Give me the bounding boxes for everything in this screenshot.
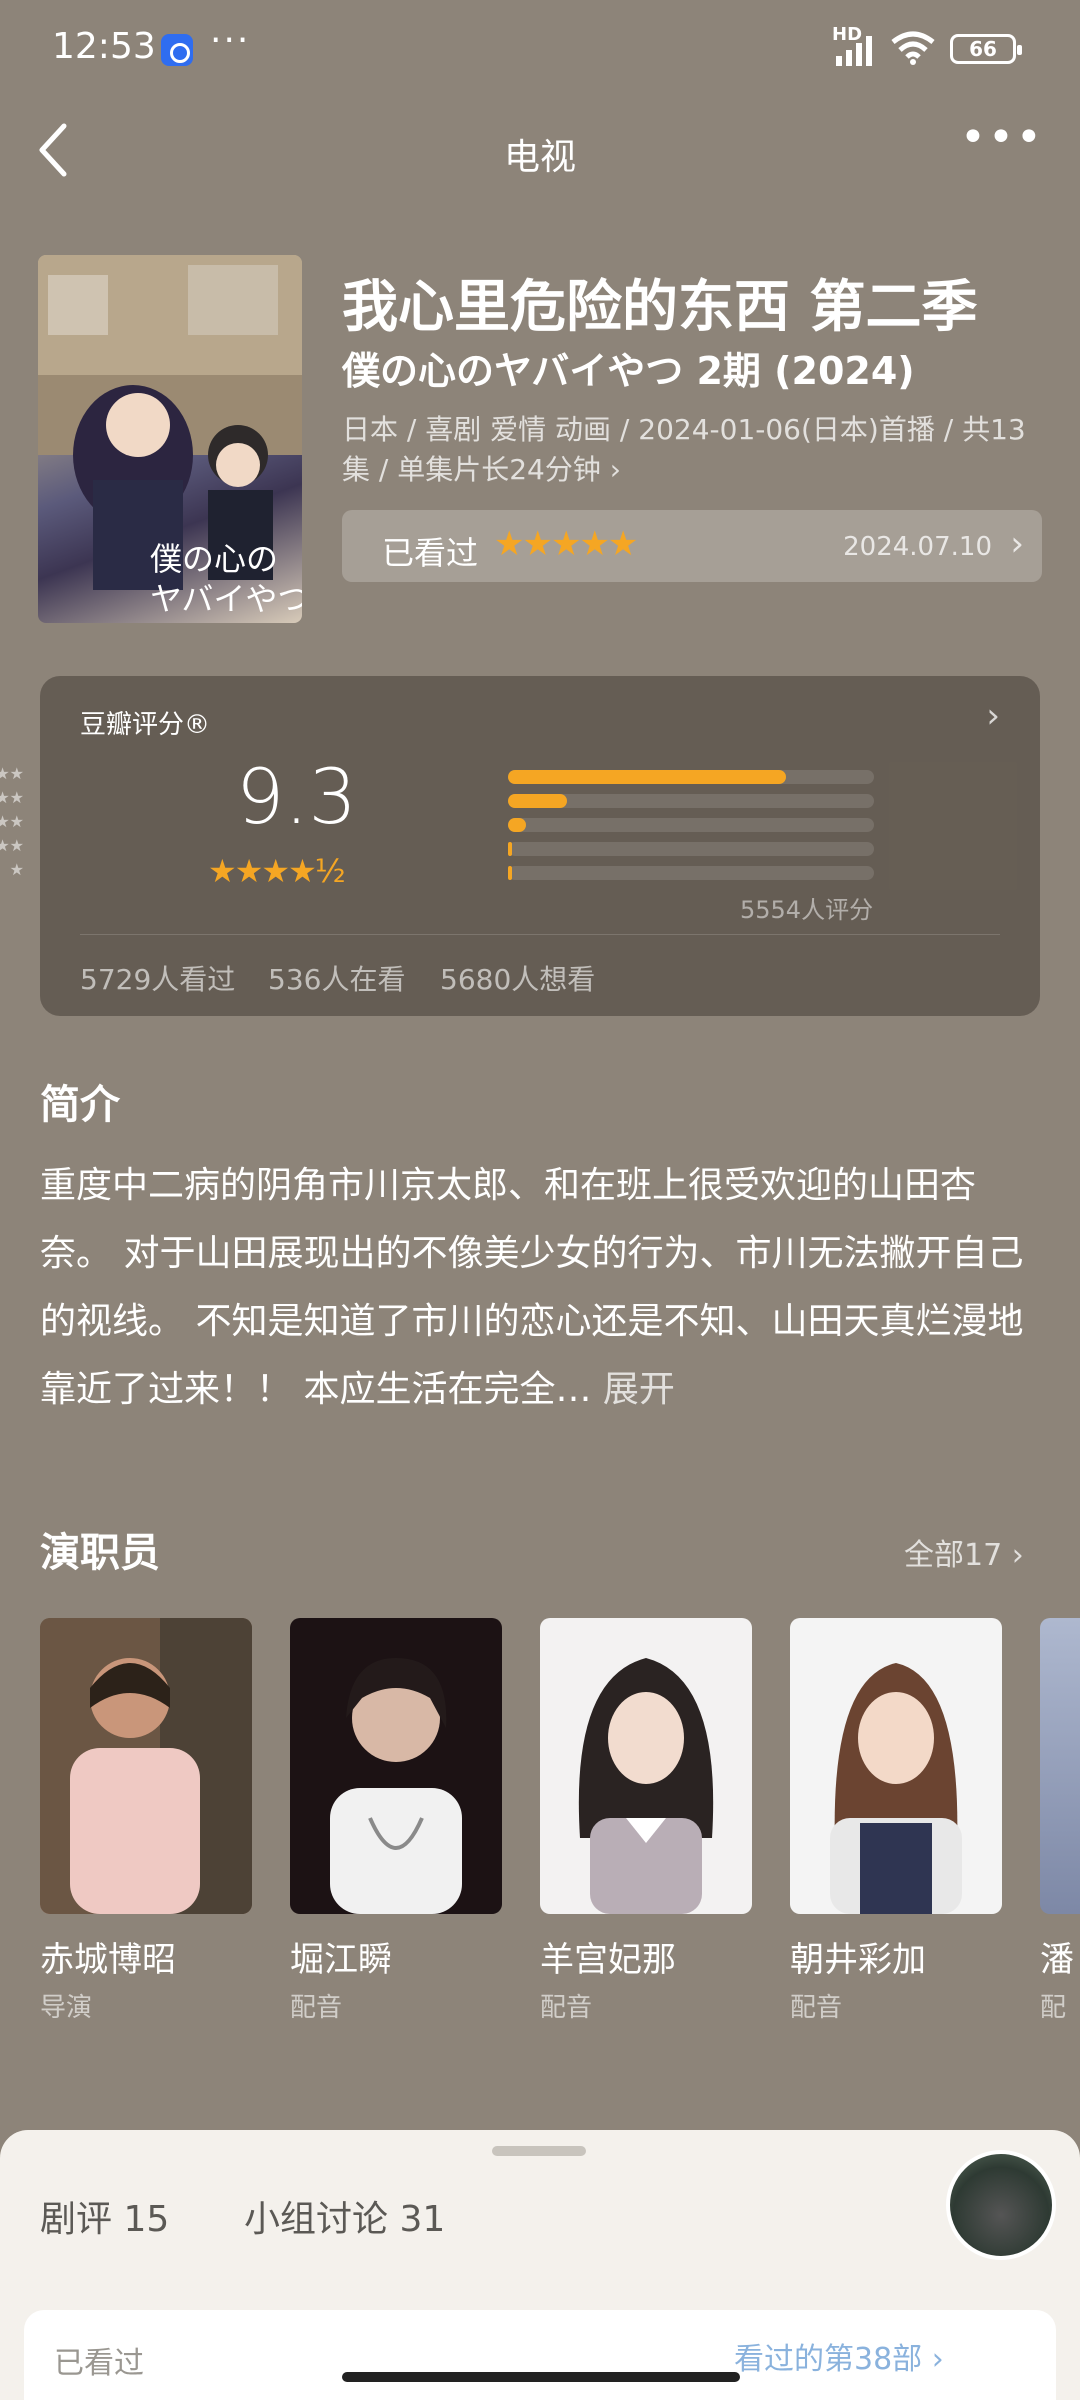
watched-count-link[interactable]: 看过的第38部 › xyxy=(734,2334,944,2378)
distribution-bar xyxy=(508,794,567,808)
cast-card[interactable]: 朝井彩加 配音 xyxy=(790,1618,1002,2024)
douban-rating-card[interactable]: 豆瓣评分® › 9.3 ★★★★½ ★★★★★ ★★★★ ★★★ ★★ ★ 55… xyxy=(0,676,1040,1016)
page-title: 电视 xyxy=(503,137,576,178)
cast-all-link[interactable]: 全部17 › xyxy=(904,1530,1024,1574)
cast-role: 导演 xyxy=(40,1993,93,2023)
battery-icon: 66 xyxy=(950,34,1022,64)
cast-card[interactable]: 堀江瞬 配音 xyxy=(290,1618,502,2024)
stat-watched[interactable]: 5729人看过 xyxy=(80,958,235,998)
distribution-stars: ★★ xyxy=(0,836,24,855)
distribution-stars: ★★★★★ xyxy=(0,764,24,783)
cast-role: 配音 xyxy=(790,1993,843,2023)
more-options-button[interactable]: ••• xyxy=(960,116,1042,168)
rating-count: 5554人评分 xyxy=(740,896,874,924)
avatar[interactable] xyxy=(946,2150,1056,2260)
poster-title-text: 僕の心の xyxy=(150,540,278,578)
watched-label: 已看过 xyxy=(382,534,479,572)
poster-title-text: ヤバイやつ xyxy=(150,580,302,618)
cast-photo xyxy=(40,1618,252,1914)
tab-reviews[interactable]: 剧评 15 xyxy=(40,2190,169,2242)
watched-status-bar[interactable]: 已看过 ★★★★★ 2024.07.10 › xyxy=(342,510,1042,582)
cast-role: 配音 xyxy=(540,1993,593,2023)
chevron-right-icon: › xyxy=(986,696,1000,736)
cast-name: 赤城博昭 xyxy=(40,1940,176,1980)
notification-app-icon xyxy=(161,34,193,66)
intro-text: 重度中二病的阴角市川京太郎、和在班上很受欢迎的山田杏奈。 对于山田展现出的不像美… xyxy=(40,1152,1040,1424)
watched-summary-label: 已看过 xyxy=(54,2346,144,2381)
distribution-track xyxy=(508,866,874,880)
status-time: 12:53 xyxy=(52,26,156,67)
status-more-icon: ··· xyxy=(210,20,251,61)
poster-image[interactable]: 僕の心の ヤバイやつ xyxy=(38,255,302,623)
home-indicator[interactable] xyxy=(342,2372,740,2382)
cast-name: 羊宫妃那 xyxy=(540,1940,676,1980)
cast-card[interactable]: 潘 配 xyxy=(1040,1618,1080,2024)
show-title-cn: 我心里危险的东西 第二季 xyxy=(342,275,978,340)
watched-summary-row[interactable]: 已看过 看过的第38部 › xyxy=(24,2310,1056,2400)
drag-handle[interactable] xyxy=(492,2146,586,2156)
cast-name: 潘 xyxy=(1040,1940,1074,1980)
distribution-bar xyxy=(508,842,513,856)
poster-illustration: 僕の心の ヤバイやつ xyxy=(38,255,302,618)
stat-want[interactable]: 5680人想看 xyxy=(440,958,595,998)
cast-card[interactable]: 赤城博昭 导演 xyxy=(40,1618,252,2024)
distribution-track xyxy=(508,794,874,808)
cast-name: 堀江瞬 xyxy=(290,1940,392,1980)
show-meta[interactable]: 日本 / 喜剧 爱情 动画 / 2024-01-06(日本)首播 / 共13集 … xyxy=(342,410,1042,490)
rating-score: 9.3 xyxy=(236,752,357,841)
intro-body: 重度中二病的阴角市川京太郎、和在班上很受欢迎的山田杏奈。 对于山田展现出的不像美… xyxy=(40,1165,1024,1410)
distribution-track xyxy=(508,770,874,784)
cast-photo xyxy=(540,1618,752,1914)
divider xyxy=(80,934,1000,935)
intro-heading: 简介 xyxy=(40,1082,120,1128)
wifi-icon xyxy=(891,31,935,65)
cast-heading: 演职员 xyxy=(40,1530,160,1576)
cast-role: 配 xyxy=(1040,1993,1067,2023)
distribution-stars: ★ xyxy=(9,860,24,879)
chevron-right-icon: › xyxy=(1010,524,1024,564)
rating-stars: ★★★★½ xyxy=(208,852,346,890)
rating-label: 豆瓣评分® xyxy=(80,710,211,740)
bottom-sheet[interactable]: 剧评 15 小组讨论 31 已看过 看过的第38部 › xyxy=(0,2130,1080,2400)
signal-icon xyxy=(836,36,872,66)
show-title-jp: 僕の心のヤバイやつ 2期 (2024) xyxy=(342,349,915,393)
distribution-bar xyxy=(508,866,513,880)
distribution-stars: ★★★ xyxy=(0,812,24,831)
cast-photo xyxy=(790,1618,1002,1914)
my-rating-stars: ★★★★★ xyxy=(494,524,638,564)
cast-name: 朝井彩加 xyxy=(790,1940,926,1980)
distribution-track xyxy=(508,842,874,856)
expand-link[interactable]: 展开 xyxy=(603,1369,675,1410)
cast-photo xyxy=(1040,1618,1080,1914)
distribution-stars: ★★★★ xyxy=(0,788,24,807)
cast-photo xyxy=(290,1618,502,1914)
distribution-track xyxy=(508,818,874,832)
distribution-bar xyxy=(508,770,787,784)
watched-date: 2024.07.10 xyxy=(843,532,992,562)
cast-card[interactable]: 羊宫妃那 配音 xyxy=(540,1618,752,2024)
tab-group-discussion[interactable]: 小组讨论 31 xyxy=(244,2190,445,2242)
stat-watching[interactable]: 536人在看 xyxy=(268,958,405,998)
distribution-bar xyxy=(508,818,527,832)
cast-role: 配音 xyxy=(290,1993,343,2023)
